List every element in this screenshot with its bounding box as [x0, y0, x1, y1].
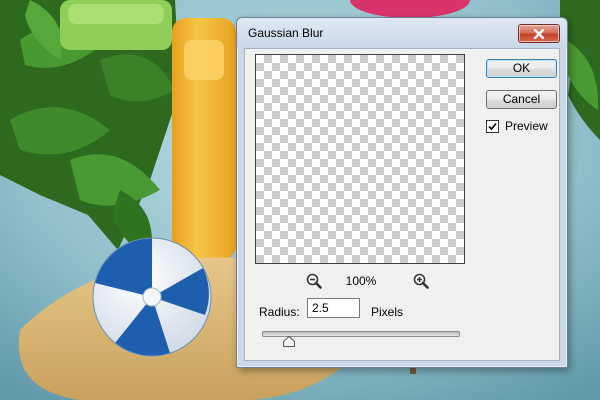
zoom-level: 100% [345, 274, 377, 288]
preview-label: Preview [505, 119, 548, 133]
radius-input[interactable] [307, 298, 360, 318]
beach-ball [92, 237, 212, 357]
preview-area[interactable] [255, 54, 465, 264]
zoom-out-icon[interactable] [305, 272, 323, 290]
close-icon [533, 28, 545, 39]
dialog-title-bar[interactable]: Gaussian Blur [237, 18, 567, 48]
radius-slider-thumb[interactable] [282, 336, 295, 347]
radius-unit-label: Pixels [371, 305, 404, 319]
dialog-title: Gaussian Blur [248, 26, 324, 40]
close-button[interactable] [518, 24, 560, 43]
checkmark-icon [488, 122, 497, 130]
ok-button[interactable]: OK [486, 59, 557, 78]
radius-label: Radius: [259, 305, 300, 319]
preview-checkbox-row[interactable]: Preview [486, 117, 548, 135]
cancel-button[interactable]: Cancel [486, 90, 557, 109]
preview-checkbox[interactable] [486, 119, 499, 133]
gaussian-blur-dialog: Gaussian Blur 100% Radius: Pixels [236, 17, 568, 368]
dialog-content: 100% Radius: Pixels OK Cancel Preview [244, 48, 560, 361]
zoom-controls: 100% [255, 271, 463, 291]
zoom-in-icon[interactable] [412, 272, 430, 290]
